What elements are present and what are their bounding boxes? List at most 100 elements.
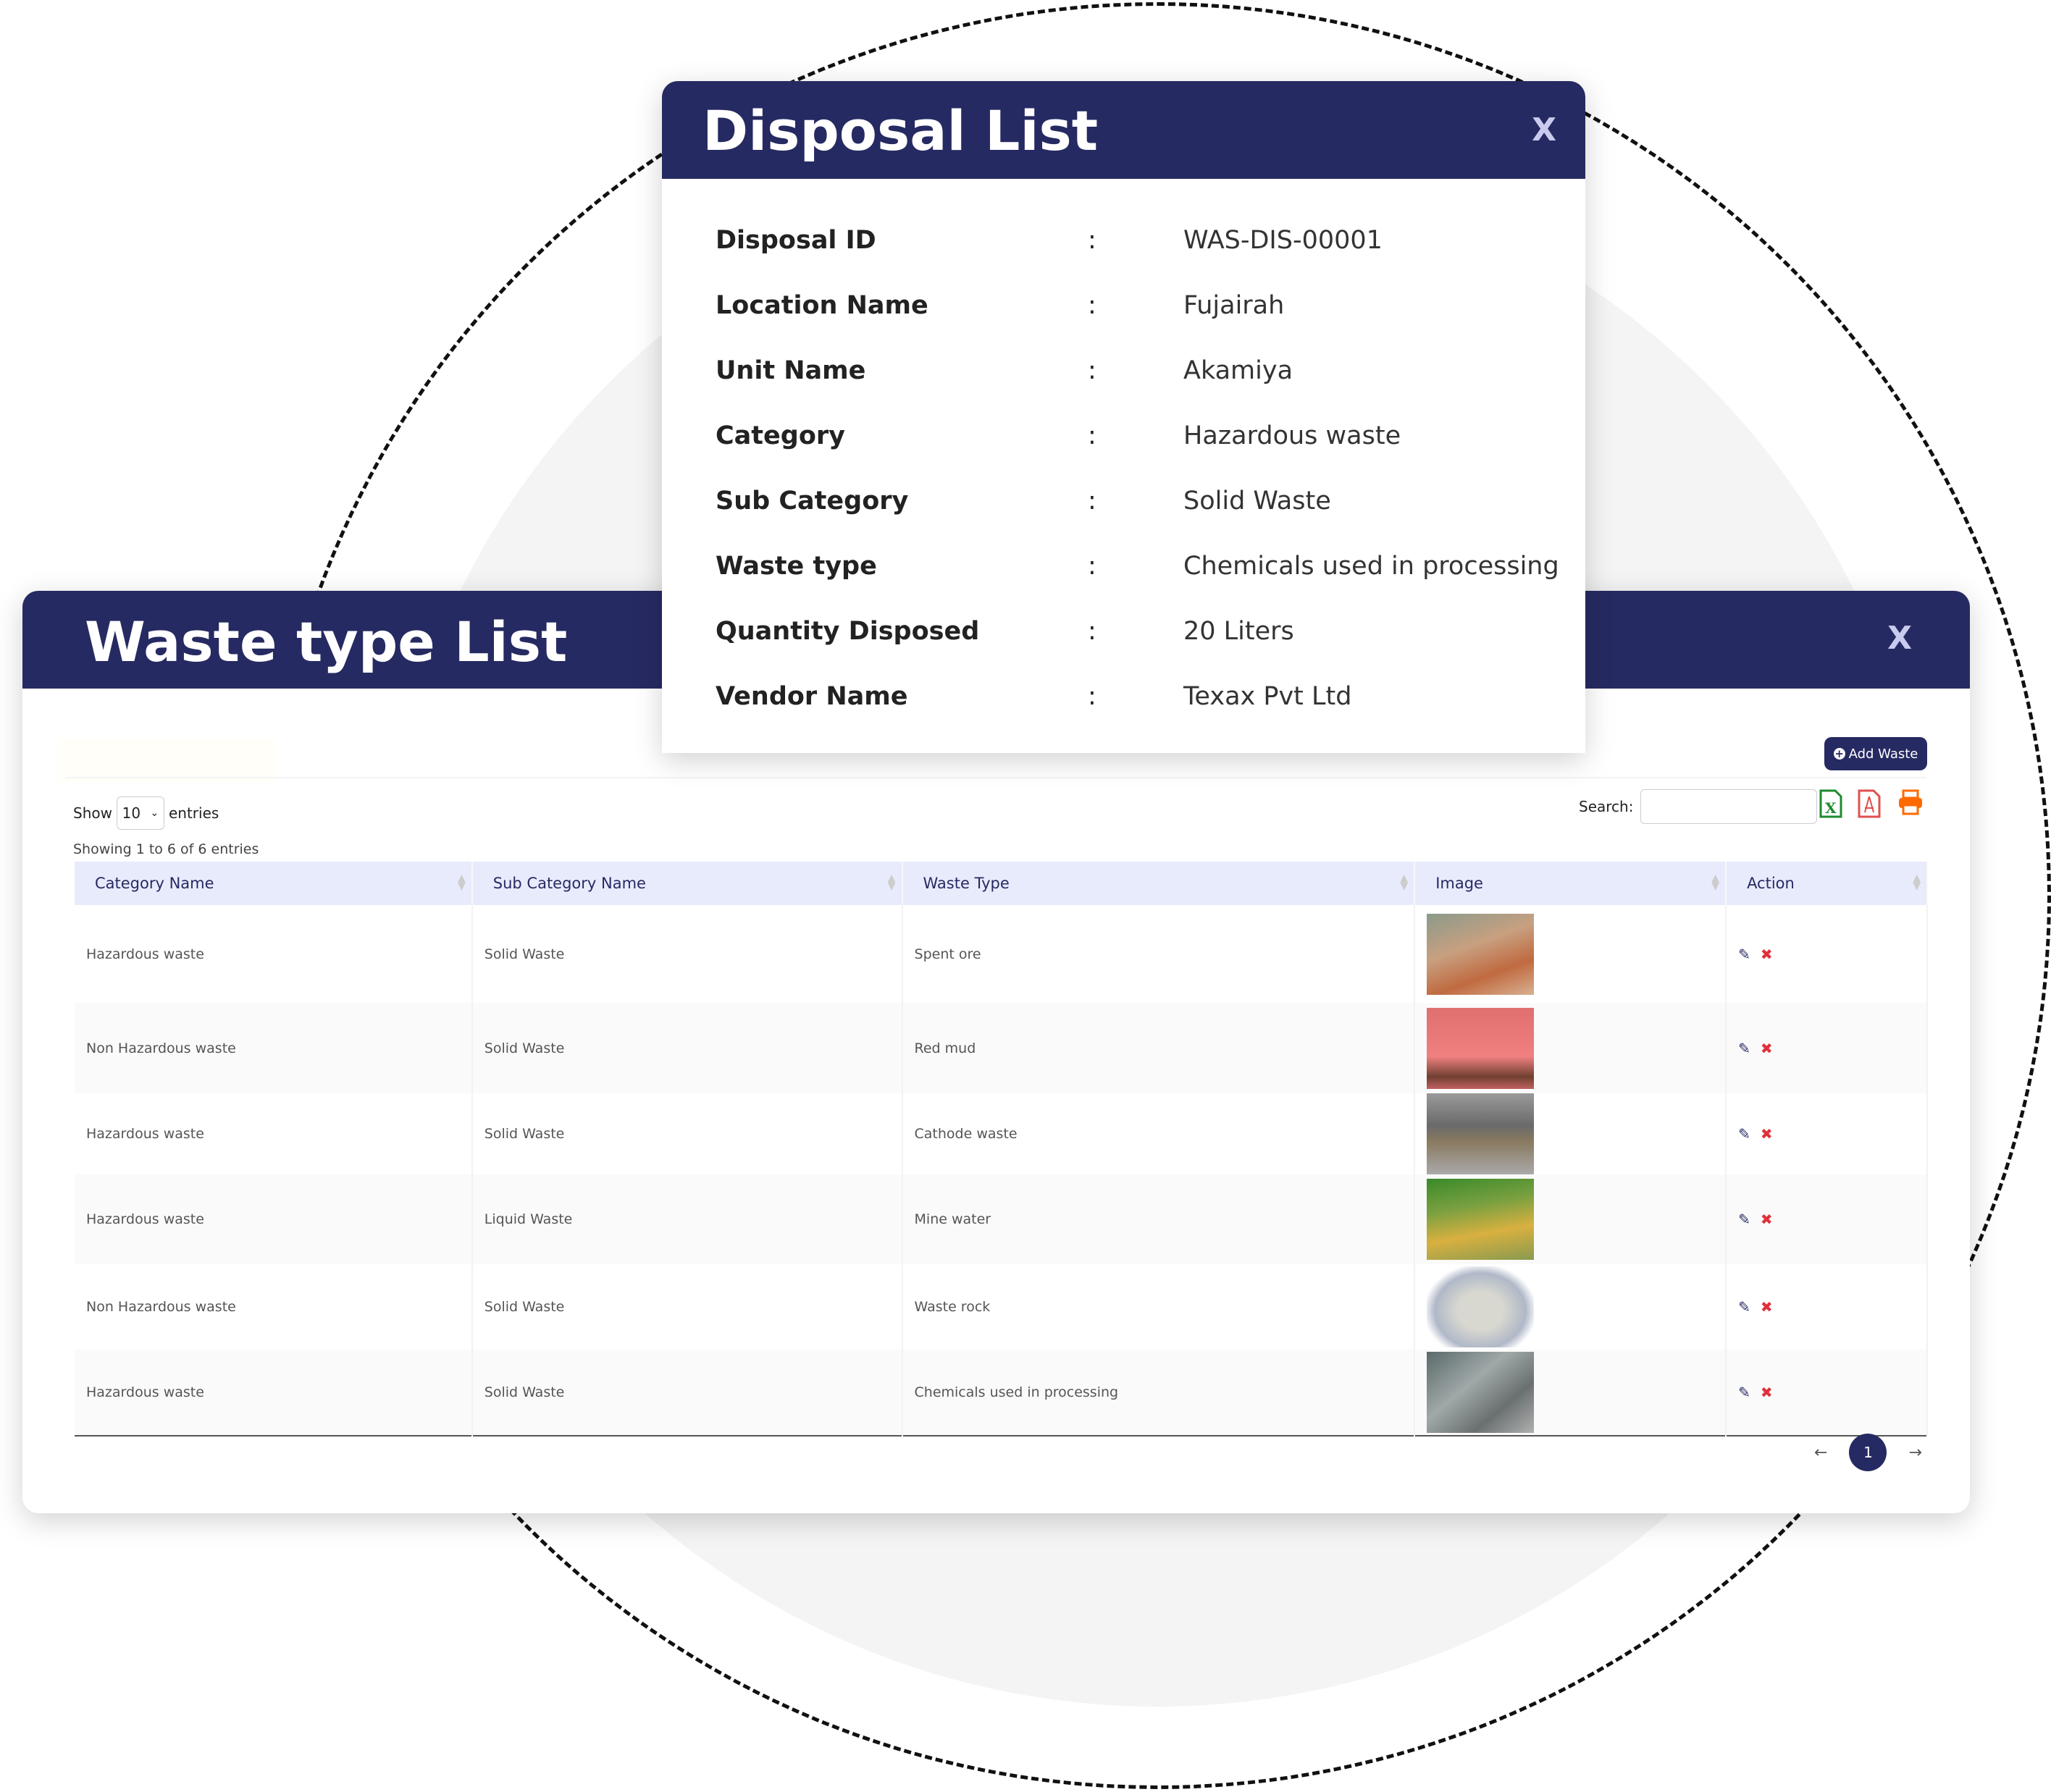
category-cell: Hazardous waste: [75, 905, 473, 1003]
modal-title: Waste type List: [85, 610, 568, 674]
separator: :: [1088, 552, 1096, 581]
close-button[interactable]: X: [1532, 112, 1556, 148]
modal-header: Disposal List X: [662, 81, 1585, 179]
sub-category-cell: Solid Waste: [471, 1003, 903, 1093]
detail-row: Vendor Name: Texax Pvt Ltd: [716, 682, 1570, 718]
detail-value: Solid Waste: [1183, 487, 1331, 516]
action-cell: ✎ ✖: [1726, 1003, 1928, 1093]
detail-row: Quantity Disposed: 20 Liters: [716, 617, 1570, 653]
detail-row: Location Name: Fujairah: [716, 291, 1570, 327]
divider: [65, 777, 1926, 778]
plus-circle-icon: +: [1833, 747, 1845, 760]
edit-icon[interactable]: ✎: [1738, 1125, 1750, 1143]
entries-select[interactable]: 10 ⌄: [116, 796, 164, 830]
table-row: Hazardous waste Solid Waste Chemicals used…: [75, 1350, 1928, 1436]
action-cell: ✎ ✖: [1726, 1350, 1928, 1436]
waste-image[interactable]: [1427, 1266, 1535, 1347]
disposal-list-modal: Disposal List X Disposal ID: WAS-DIS-0000…: [662, 81, 1585, 753]
separator: :: [1088, 421, 1096, 450]
column-header[interactable]: Action ▲ ▼: [1726, 862, 1928, 905]
page-button[interactable]: 1: [1849, 1434, 1887, 1471]
edit-icon[interactable]: ✎: [1738, 946, 1750, 963]
image-cell: [1414, 1003, 1727, 1093]
image-cell: [1414, 905, 1727, 1003]
waste-image[interactable]: [1427, 913, 1535, 995]
detail-value: WAS-DIS-00001: [1183, 226, 1383, 255]
delete-icon[interactable]: ✖: [1761, 1298, 1773, 1316]
delete-icon[interactable]: ✖: [1761, 1384, 1773, 1401]
table-info: Showing 1 to 6 of 6 entries: [73, 841, 259, 857]
action-cell: ✎ ✖: [1726, 1174, 1928, 1264]
edit-icon[interactable]: ✎: [1738, 1384, 1750, 1401]
table-row: Hazardous waste Liquid Waste Mine water ✎ ✖: [75, 1174, 1928, 1264]
add-waste-button[interactable]: + Add Waste: [1824, 737, 1927, 770]
detail-label: Sub Category: [716, 487, 909, 516]
image-cell: [1414, 1350, 1727, 1436]
sort-icon: ▲ ▼: [457, 872, 466, 892]
separator: :: [1088, 226, 1096, 255]
sub-category-cell: Liquid Waste: [471, 1174, 903, 1264]
modal-title: Disposal List: [702, 98, 1099, 163]
delete-icon[interactable]: ✖: [1761, 1040, 1773, 1057]
sub-category-cell: Solid Waste: [471, 1093, 903, 1174]
action-cell: ✎ ✖: [1726, 1093, 1928, 1174]
detail-value: 20 Liters: [1183, 617, 1294, 646]
waste-type-table: Category Name ▲ ▼ Sub Category Name ▲ ▼ Waste …: [75, 862, 1928, 1436]
detail-row: Sub Category: Solid Waste: [716, 487, 1570, 523]
detail-row: Category: Hazardous waste: [716, 421, 1570, 458]
detail-label: Disposal ID: [716, 226, 876, 255]
action-cell: ✎ ✖: [1726, 905, 1928, 1003]
detail-row: Waste type: Chemicals used in processing: [716, 552, 1570, 588]
detail-value: Chemicals used in processing: [1183, 552, 1559, 581]
waste-type-cell: Red mud: [902, 1003, 1416, 1093]
placeholder-area: [58, 739, 275, 782]
waste-type-cell: Spent ore: [902, 905, 1416, 1003]
sub-category-cell: Solid Waste: [471, 1350, 903, 1436]
sort-icon: ▲ ▼: [1711, 872, 1720, 892]
column-header[interactable]: Waste Type ▲ ▼: [902, 862, 1416, 905]
table-row: Non Hazardous waste Solid Waste Waste rock…: [75, 1264, 1928, 1350]
category-cell: Non Hazardous waste: [75, 1003, 473, 1093]
table-row: Non Hazardous waste Solid Waste Red mud ✎ ✖: [75, 1003, 1928, 1093]
sub-category-cell: Solid Waste: [471, 905, 903, 1003]
waste-image[interactable]: [1427, 1179, 1535, 1260]
delete-icon[interactable]: ✖: [1761, 1211, 1773, 1228]
table-row: Hazardous waste Solid Waste Spent ore ✎ ✖: [75, 905, 1928, 1003]
image-cell: [1414, 1093, 1727, 1174]
previous-page-arrow-icon[interactable]: ←: [1814, 1444, 1827, 1462]
print-icon[interactable]: [1897, 789, 1924, 815]
detail-label: Unit Name: [716, 356, 866, 385]
pagination: ← 1 →: [1814, 1434, 1922, 1471]
pdf-icon[interactable]: [1858, 789, 1881, 818]
column-header[interactable]: Category Name ▲ ▼: [75, 862, 473, 905]
waste-image[interactable]: [1427, 1352, 1535, 1433]
image-cell: [1414, 1174, 1727, 1264]
table-row: Hazardous waste Solid Waste Cathode waste ✎…: [75, 1093, 1928, 1174]
detail-row: Unit Name: Akamiya: [716, 356, 1570, 392]
next-page-arrow-icon[interactable]: →: [1908, 1444, 1921, 1462]
waste-image[interactable]: [1427, 1093, 1535, 1174]
edit-icon[interactable]: ✎: [1738, 1298, 1750, 1316]
svg-text:X: X: [1825, 799, 1837, 817]
waste-image[interactable]: [1427, 1007, 1535, 1089]
detail-value: Akamiya: [1183, 356, 1293, 385]
search-input[interactable]: [1640, 789, 1818, 824]
separator: :: [1088, 682, 1096, 711]
entries-length-control: Show 10 ⌄ entries: [73, 796, 219, 830]
column-header[interactable]: Sub Category Name ▲ ▼: [471, 862, 903, 905]
waste-type-cell: Mine water: [902, 1174, 1416, 1264]
close-button[interactable]: X: [1887, 620, 1912, 657]
sort-icon: ▲ ▼: [1400, 872, 1409, 892]
sort-icon: ▲ ▼: [1913, 872, 1921, 892]
category-cell: Hazardous waste: [75, 1174, 473, 1264]
image-cell: [1414, 1264, 1727, 1350]
detail-label: Location Name: [716, 291, 928, 320]
excel-icon[interactable]: X: [1819, 789, 1842, 818]
detail-label: Category: [716, 421, 845, 450]
delete-icon[interactable]: ✖: [1761, 1125, 1773, 1143]
edit-icon[interactable]: ✎: [1738, 1211, 1750, 1228]
column-header[interactable]: Image ▲ ▼: [1414, 862, 1727, 905]
delete-icon[interactable]: ✖: [1761, 946, 1773, 963]
detail-value: Hazardous waste: [1183, 421, 1401, 450]
edit-icon[interactable]: ✎: [1738, 1040, 1750, 1057]
